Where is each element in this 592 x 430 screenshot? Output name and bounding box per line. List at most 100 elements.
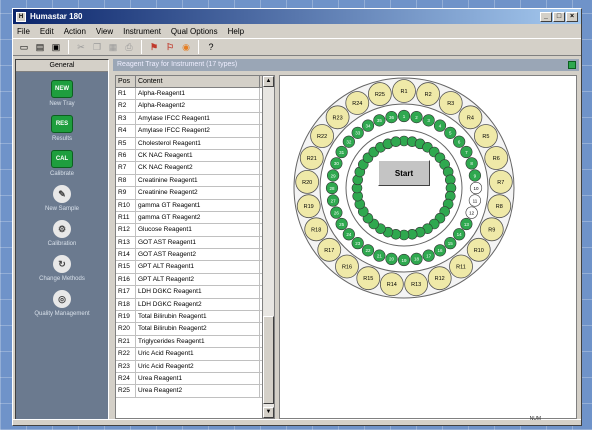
cell-content: LDH DGKC Reagent2	[136, 298, 260, 311]
maximize-button[interactable]: □	[553, 11, 565, 22]
window-title: Humastar 180	[30, 12, 83, 21]
scroll-down-icon[interactable]: ▼	[263, 407, 274, 418]
sample-position-label: 18	[414, 257, 420, 262]
reagent-tray-diagram: R1 R2 R3 R4 R5 R6 R7 R8 R9 R10 R11 R12 R13 R14 R15 R16 R…	[293, 77, 515, 299]
nav-results[interactable]: RES Results	[16, 115, 108, 142]
nav-new-tray[interactable]: NEW New Tray	[16, 80, 108, 107]
table-row[interactable]: R22 Uric Acid Reagent1	[116, 348, 274, 361]
start-button[interactable]: Start	[378, 160, 430, 186]
open-icon[interactable]: ▤	[33, 40, 47, 54]
cell-content: Creatinine Reagent1	[136, 174, 260, 187]
nav-calibrate[interactable]: CAL Calibrate	[16, 150, 108, 177]
status-led-icon	[568, 61, 576, 69]
cell-pos: R4	[116, 125, 136, 137]
table-row[interactable]: R10 gamma GT Reagent1	[116, 199, 274, 212]
reagent-position-label: R4	[467, 115, 474, 121]
sample-position-label: 17	[426, 253, 432, 258]
table-scrollbar[interactable]: ▲ ▼	[262, 76, 274, 418]
sample-position-label: 36	[389, 115, 395, 120]
menu-file[interactable]: File	[17, 27, 30, 36]
title-bar[interactable]: H Humastar 180 _ □ ×	[13, 9, 581, 24]
reagent-position-label: R18	[311, 227, 321, 233]
table-row[interactable]: R1 Alpha-Reagent1	[116, 88, 274, 101]
reagent-position-label: R8	[496, 204, 503, 210]
table-row[interactable]: R24 Urea Reagent1	[116, 372, 274, 386]
toolbar: ▭ ▤ ▣ ✂ ❐ ▦ ⎙ ⚑ ⚐ ◉ ?	[13, 38, 581, 56]
table-row[interactable]: R11 gamma GT Reagent2	[116, 211, 274, 225]
cell-content: GOT AST Reagent1	[136, 236, 260, 249]
stop-icon[interactable]: ◉	[179, 40, 193, 54]
print-icon[interactable]: ⎙	[122, 40, 136, 54]
table-row[interactable]: R13 GOT AST Reagent1	[116, 236, 274, 250]
table-row[interactable]: R21 Triglycerides Reagent1	[116, 335, 274, 349]
cell-pos: R10	[116, 199, 136, 211]
nav-new-sample[interactable]: ✎ New Sample	[16, 185, 108, 212]
paste-icon[interactable]: ▦	[106, 40, 120, 54]
menu-edit[interactable]: Edit	[40, 27, 54, 36]
menu-help[interactable]: Help	[228, 27, 244, 36]
cell-content: Alpha-Reagent2	[136, 100, 260, 112]
nav-calibration[interactable]: ⚙ Calibration	[16, 220, 108, 247]
table-row[interactable]: R18 LDH DGKC Reagent2	[116, 298, 274, 312]
tray-inner-ring	[345, 129, 463, 247]
table-row[interactable]: R6 CK NAC Reagent1	[116, 149, 274, 163]
flag-icon[interactable]: ⚐	[163, 40, 177, 54]
table-row[interactable]: R14 GOT AST Reagent2	[116, 249, 274, 262]
table-row[interactable]: R2 Alpha-Reagent2	[116, 100, 274, 113]
cell-content: gamma GT Reagent1	[136, 199, 260, 211]
cut-icon[interactable]: ✂	[74, 40, 88, 54]
table-row[interactable]: R8 Creatinine Reagent1	[116, 174, 274, 188]
nav-label: Change Methods	[39, 276, 85, 282]
sample-position-label: 24	[346, 232, 352, 237]
scroll-thumb[interactable]	[263, 316, 274, 404]
close-button[interactable]: ×	[566, 11, 578, 22]
table-row[interactable]: R4 Amylase IFCC Reagent2	[116, 125, 274, 138]
nav-change-methods[interactable]: ↻ Change Methods	[16, 255, 108, 282]
reagent-position-label: R9	[488, 227, 495, 233]
column-header-pos[interactable]: Pos	[116, 76, 136, 87]
table-row[interactable]: R15 GPT ALT Reagent1	[116, 261, 274, 274]
quality-management-icon: ◎	[53, 290, 71, 308]
cell-pos: R7	[116, 162, 136, 174]
table-row[interactable]: R16 GPT ALT Reagent2	[116, 273, 274, 287]
reagent-position-label: R21	[307, 156, 317, 162]
sample-position-label: 23	[355, 241, 361, 246]
reagent-position-label: R23	[333, 115, 343, 121]
sample-position-label: 14	[457, 232, 463, 237]
table-body: R1 Alpha-Reagent1 R2 Alpha-Reagent2 R3 Amylas…	[116, 88, 274, 398]
minimize-button[interactable]: _	[540, 11, 552, 22]
table-row[interactable]: R3 Amylase IFCC Reagent1	[116, 112, 274, 126]
nav-quality-management[interactable]: ◎ Quality Management	[16, 290, 108, 317]
table-row[interactable]: R23 Uric Acid Reagent2	[116, 360, 274, 373]
table-row[interactable]: R19 Total Bilirubin Reagent1	[116, 311, 274, 324]
cell-pos: R1	[116, 88, 136, 100]
reagent-position-label: R11	[456, 264, 466, 270]
menu-view[interactable]: View	[96, 27, 113, 36]
save-icon[interactable]: ▣	[49, 40, 63, 54]
table-row[interactable]: R12 Glucose Reagent1	[116, 224, 274, 237]
cell-pos: R23	[116, 360, 136, 372]
flag-red-icon[interactable]: ⚑	[147, 40, 161, 54]
cell-content: LDH DGKC Reagent1	[136, 286, 260, 298]
table-row[interactable]: R7 CK NAC Reagent2	[116, 162, 274, 175]
copy-icon[interactable]: ❐	[90, 40, 104, 54]
cell-pos: R5	[116, 137, 136, 149]
table-row[interactable]: R17 LDH DGKC Reagent1	[116, 286, 274, 299]
sample-position-label: 35	[377, 118, 383, 123]
reagent-position-label: R12	[435, 276, 445, 282]
table-row[interactable]: R20 Total Bilirubin Reagent2	[116, 323, 274, 336]
table-row[interactable]: R5 Cholesterol Reagent1	[116, 137, 274, 150]
cell-pos: R9	[116, 187, 136, 199]
new-icon[interactable]: ▭	[17, 40, 31, 54]
menu-qual-options[interactable]: Qual Options	[171, 27, 218, 36]
help-icon[interactable]: ?	[204, 40, 218, 54]
reagent-position-label: R22	[317, 134, 327, 140]
scroll-up-icon[interactable]: ▲	[263, 76, 274, 87]
column-header-content[interactable]: Content	[136, 76, 260, 87]
cell-content: Amylase IFCC Reagent2	[136, 125, 260, 137]
table-row[interactable]: R9 Creatinine Reagent2	[116, 187, 274, 200]
table-row[interactable]: R25 Urea Reagent2	[116, 385, 274, 398]
app-icon: H	[16, 11, 26, 22]
menu-action[interactable]: Action	[64, 27, 86, 36]
menu-instrument[interactable]: Instrument	[123, 27, 161, 36]
